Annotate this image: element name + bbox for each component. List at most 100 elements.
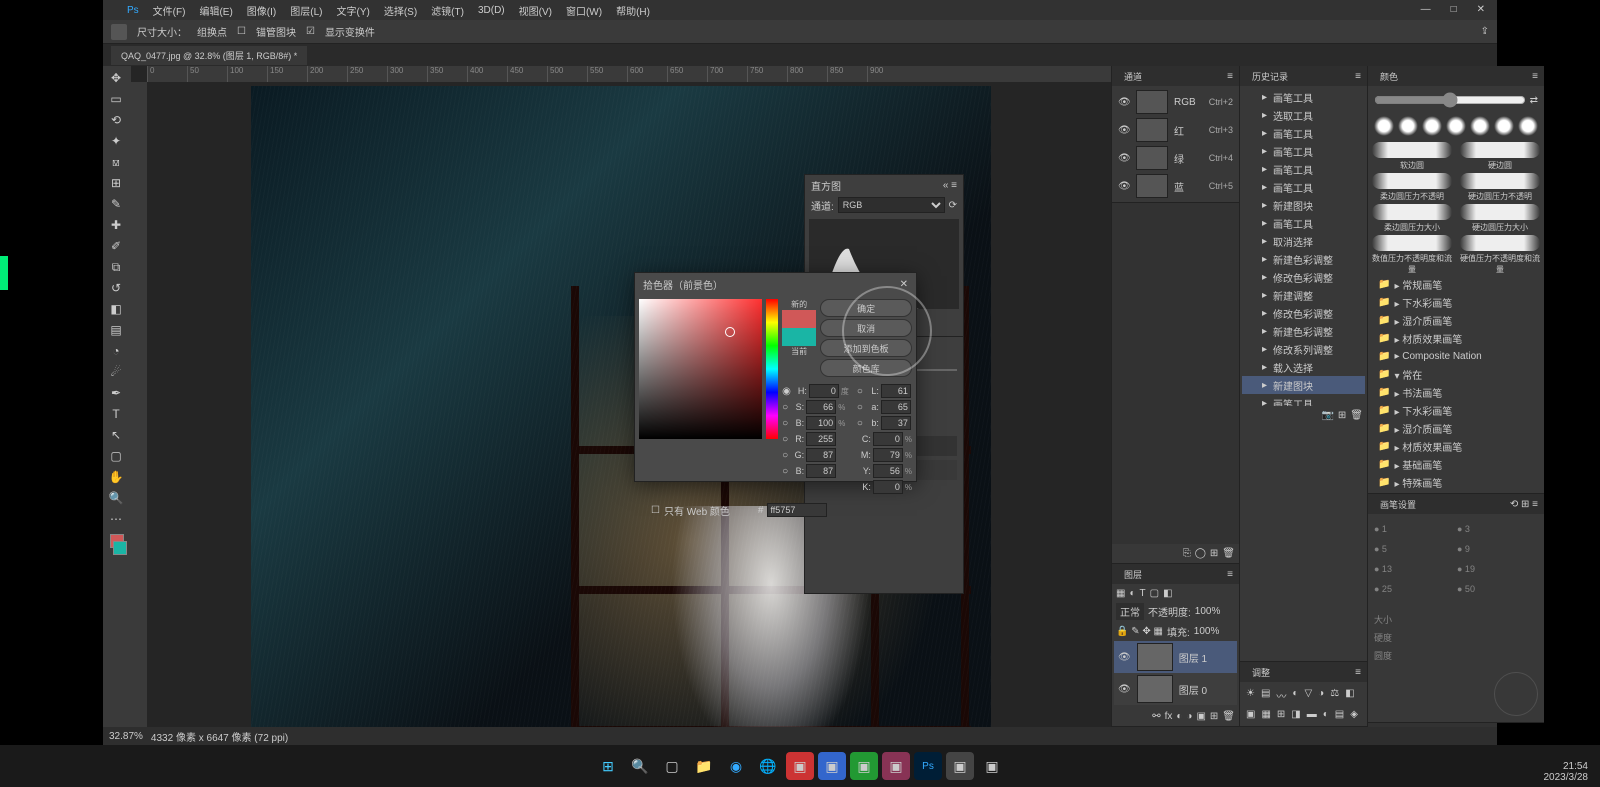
system-clock[interactable]: 21:54 2023/3/28 [1544, 761, 1589, 783]
chrome-icon[interactable]: 🌐 [754, 752, 782, 780]
brush-preset-dot[interactable] [1374, 116, 1394, 136]
link-icon[interactable]: ⚯ [1152, 711, 1160, 722]
brush-preset[interactable]: ● 5 [1374, 540, 1455, 558]
hex-input[interactable] [767, 503, 827, 517]
layer-name[interactable]: 图层 1 [1179, 650, 1207, 665]
brush-preset[interactable]: ● 25 [1374, 580, 1455, 598]
y-input[interactable] [873, 464, 903, 478]
collapse-icon[interactable]: « [943, 180, 949, 191]
layer-row[interactable]: 👁图层 1 [1114, 641, 1237, 673]
close-icon[interactable]: ✕ [900, 279, 908, 290]
history-brush-icon[interactable]: ↺ [103, 278, 129, 298]
lb-input[interactable] [881, 416, 911, 430]
history-step[interactable]: ▸画笔工具 [1242, 178, 1365, 196]
menu-3d[interactable]: 3D(D) [474, 3, 509, 18]
layer-filter-icon[interactable]: ▦ [1116, 588, 1125, 599]
hand-tool-icon[interactable]: ✋ [103, 467, 129, 487]
panel-menu-icon[interactable]: ≡ [951, 180, 957, 191]
adj-mixer-icon[interactable]: ▦ [1261, 709, 1270, 720]
menu-help[interactable]: 帮助(H) [612, 1, 654, 20]
explorer-icon[interactable]: 📁 [690, 752, 718, 780]
visibility-icon[interactable]: 👁 [1118, 684, 1131, 695]
hue-slider[interactable] [766, 299, 778, 439]
layer-name[interactable]: 图层 0 [1179, 682, 1207, 697]
minimize-icon[interactable]: — [1417, 2, 1435, 17]
history-step[interactable]: ▸新建调整 [1242, 286, 1365, 304]
history-step[interactable]: ▸画笔工具 [1242, 394, 1365, 406]
radio-bl[interactable]: ○ [782, 466, 788, 477]
panel-menu-icon[interactable]: ≡ [1532, 71, 1538, 82]
visibility-icon[interactable]: 👁 [1118, 181, 1130, 192]
cancel-button[interactable]: 取消 [820, 319, 912, 337]
start-icon[interactable]: ⊞ [594, 752, 622, 780]
brush-preset-dot[interactable] [1398, 116, 1418, 136]
web-only-checkbox[interactable]: ☐ [651, 505, 660, 516]
lasso-tool-icon[interactable]: ⟲ [103, 110, 129, 130]
c-input[interactable] [873, 432, 903, 446]
menu-select[interactable]: 选择(S) [380, 1, 421, 20]
app-icon[interactable]: ▣ [850, 752, 878, 780]
stamp-tool-icon[interactable]: ⧉ [103, 257, 129, 277]
shape-tool-icon[interactable]: ▢ [103, 446, 129, 466]
history-step[interactable]: ▸修改色彩调整 [1242, 268, 1365, 286]
brush-preset[interactable]: ● 1 [1374, 520, 1455, 538]
background-color-swatch[interactable] [113, 541, 127, 555]
history-step[interactable]: ▸取消选择 [1242, 232, 1365, 250]
brush-folder[interactable]: 📁▸ 常规画笔 [1370, 275, 1542, 293]
taskview-icon[interactable]: ▢ [658, 752, 686, 780]
brush-stroke-preview[interactable] [1372, 204, 1452, 220]
layer-thumb[interactable] [1137, 675, 1173, 703]
history-step[interactable]: ▸画笔工具 [1242, 124, 1365, 142]
saturation-value-field[interactable] [639, 299, 762, 439]
brush-folder[interactable]: 📁 ▸ 材质效果画笔 [1370, 437, 1542, 455]
new-layer-icon[interactable]: ⊞ [1210, 711, 1218, 722]
brush-folder[interactable]: 📁 ▸ 基础画笔 [1370, 455, 1542, 473]
layer-filter-icon[interactable]: T [1140, 588, 1146, 599]
radio-b[interactable]: ○ [782, 418, 788, 429]
panel-tab-adjust[interactable]: 调整 [1246, 664, 1276, 681]
brush-preset-dot[interactable] [1446, 116, 1466, 136]
adj-bw-icon[interactable]: ◧ [1345, 688, 1354, 703]
search-icon[interactable]: 🔍 [626, 752, 654, 780]
brush-folder[interactable]: 📁▸ 下水彩画笔 [1370, 293, 1542, 311]
brush-preset[interactable]: ● 9 [1457, 540, 1538, 558]
panel-menu-icon[interactable]: ≡ [1227, 71, 1233, 82]
eraser-tool-icon[interactable]: ◧ [103, 299, 129, 319]
mask-icon[interactable]: ◯ [1195, 548, 1206, 559]
radio-s[interactable]: ○ [782, 402, 788, 413]
channel-row[interactable]: 👁绿Ctrl+4 [1114, 144, 1237, 172]
radio-h[interactable]: ◉ [782, 386, 791, 397]
link-icon[interactable]: ⎘ [1183, 548, 1191, 559]
channel-row[interactable]: 👁蓝Ctrl+5 [1114, 172, 1237, 200]
adj-curves-icon[interactable]: 〰 [1276, 688, 1286, 703]
history-step[interactable]: ▸画笔工具 [1242, 88, 1365, 106]
m-input[interactable] [873, 448, 903, 462]
adj-lookup-icon[interactable]: ⊞ [1277, 709, 1285, 720]
adj-selective-icon[interactable]: ◈ [1350, 709, 1358, 720]
visibility-icon[interactable]: 👁 [1118, 97, 1130, 108]
maximize-icon[interactable]: □ [1447, 2, 1461, 17]
adj-photo-icon[interactable]: ▣ [1246, 709, 1255, 720]
fill-value[interactable]: 100% [1194, 626, 1220, 637]
adj-invert-icon[interactable]: ◨ [1291, 709, 1300, 720]
history-step[interactable]: ▸新建色彩调整 [1242, 322, 1365, 340]
layer-filter-icon[interactable]: ◐ [1129, 588, 1135, 599]
brush-preset-dot[interactable] [1494, 116, 1514, 136]
radio-g[interactable]: ○ [782, 450, 788, 461]
menu-filter[interactable]: 滤镜(T) [427, 1, 468, 20]
radio-a[interactable]: ○ [857, 402, 863, 413]
snapshot-icon[interactable]: 📷 [1321, 410, 1333, 421]
history-step[interactable]: ▸画笔工具 [1242, 214, 1365, 232]
history-step[interactable]: ▸画笔工具 [1242, 160, 1365, 178]
radio-r[interactable]: ○ [782, 434, 788, 445]
opacity-value[interactable]: 100% [1195, 606, 1221, 617]
history-step[interactable]: ▸修改色彩调整 [1242, 304, 1365, 322]
canvas-area[interactable]: 0501001502002503003504004505005506006507… [131, 66, 1111, 727]
home-icon[interactable] [111, 24, 127, 40]
blur-tool-icon[interactable]: ◔ [103, 341, 129, 361]
app-icon[interactable]: ▣ [978, 752, 1006, 780]
brush-preset-dot[interactable] [1470, 116, 1490, 136]
new-doc-icon[interactable]: ⊞ [1338, 410, 1346, 421]
history-step[interactable]: ▸修改系列调整 [1242, 340, 1365, 358]
panel-menu-icon[interactable]: ≡ [1227, 569, 1233, 580]
